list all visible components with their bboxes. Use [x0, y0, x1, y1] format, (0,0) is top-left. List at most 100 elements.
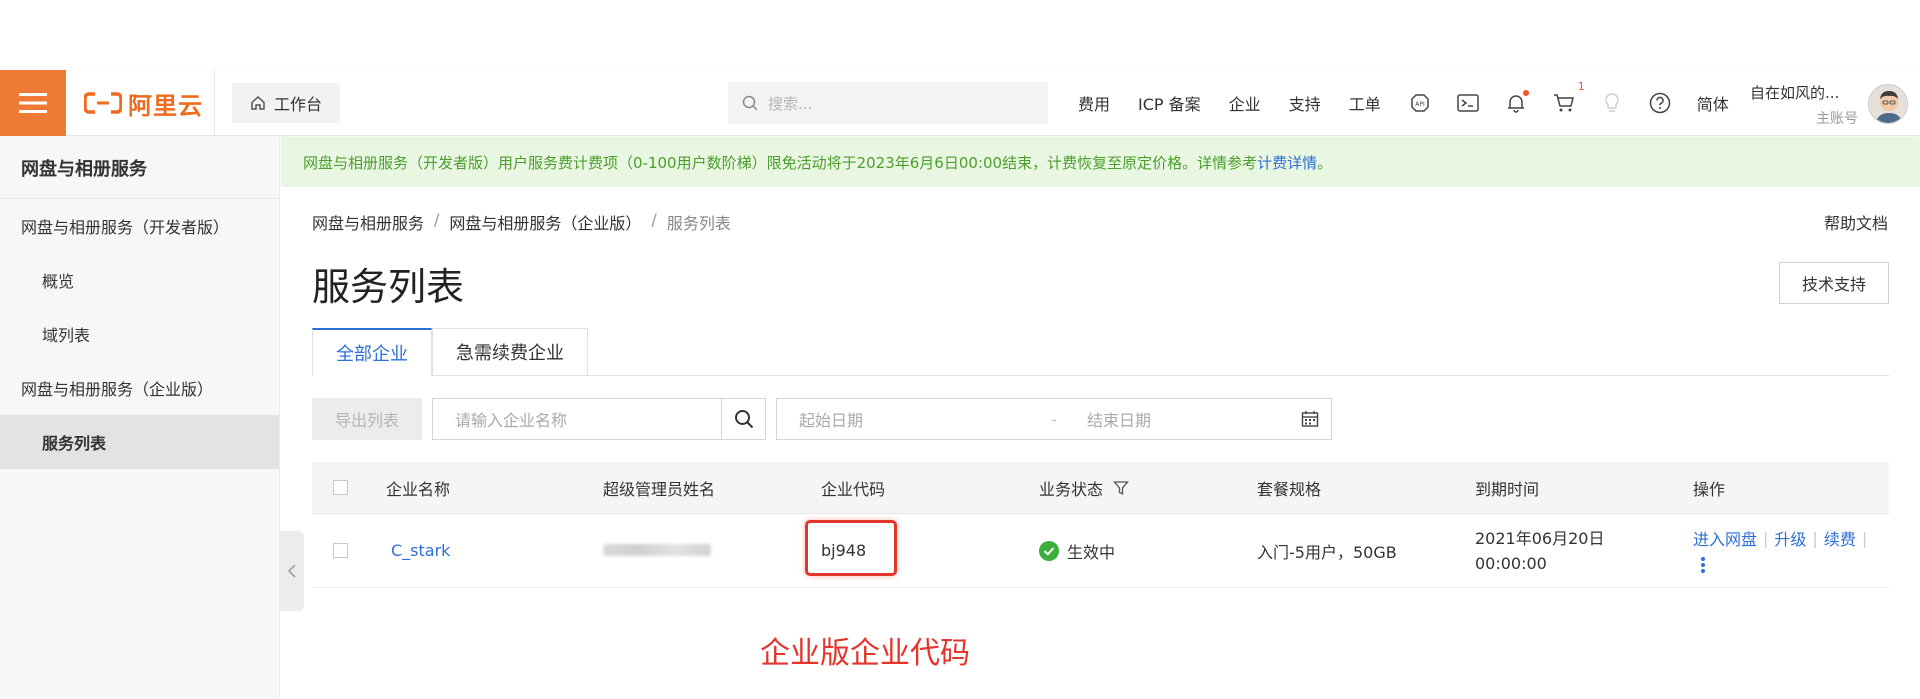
row-actions: 进入网盘 | 升级 | 续费 | [1693, 526, 1867, 574]
renew-link[interactable]: 续费 [1824, 526, 1856, 550]
top-blank [0, 0, 1920, 70]
sidebar: 网盘与相册服务 网盘与相册服务（开发者版） 概览 域列表 网盘与相册服务（企业版… [0, 137, 280, 699]
action-separator: | [1763, 528, 1769, 548]
nav-support[interactable]: 支持 [1289, 91, 1321, 115]
more-vertical-icon[interactable] [1700, 556, 1706, 574]
sidebar-title: 网盘与相册服务 [0, 137, 279, 199]
aliyun-logo-mark-icon [84, 92, 122, 114]
enterprise-name-input[interactable]: 请输入企业名称 [432, 398, 722, 440]
cart-button[interactable]: 1 [1553, 80, 1585, 114]
lightbulb-icon [1604, 93, 1619, 112]
action-links: 进入网盘 | 升级 | 续费 | [1693, 526, 1867, 550]
api-button[interactable]: API [1409, 92, 1431, 114]
help-docs-link[interactable]: 帮助文档 [1824, 210, 1888, 234]
tab-all-enterprises[interactable]: 全部企业 [312, 328, 432, 376]
plan-spec: 入门-5用户，50GB [1257, 542, 1397, 562]
workbench-button[interactable]: 工作台 [232, 83, 340, 123]
export-list-button[interactable]: 导出列表 [312, 398, 422, 440]
header-enterprise-code: 企业代码 [821, 479, 886, 499]
bell-icon [1507, 95, 1524, 113]
enterprise-name-link[interactable]: C_stark [391, 541, 450, 560]
question-icon [1649, 92, 1670, 114]
nav-enterprise[interactable]: 企业 [1229, 91, 1261, 115]
expire-clock: 00:00:00 [1475, 553, 1547, 573]
table-header: 企业名称 超级管理员姓名 企业代码 业务状态 套餐规格 到期时间 操作 [312, 462, 1889, 514]
upgrade-link[interactable]: 升级 [1774, 526, 1806, 550]
workbench-label: 工作台 [273, 95, 322, 114]
header-status: 业务状态 [1039, 476, 1129, 500]
nav-icp[interactable]: ICP 备案 [1138, 91, 1201, 115]
hamburger-icon [19, 93, 47, 113]
svg-text:API: API [1415, 101, 1425, 108]
user-menu[interactable]: 自在如风的... 主账号 [1750, 82, 1860, 128]
breadcrumb-item-service[interactable]: 网盘与相册服务 [312, 210, 424, 234]
avatar[interactable] [1868, 84, 1908, 124]
menu-button[interactable] [0, 70, 66, 136]
help-button[interactable] [1649, 92, 1671, 114]
enterprise-search-button[interactable] [722, 398, 766, 440]
status-badge: 生效中 [1039, 539, 1115, 563]
header-divider [214, 70, 215, 136]
header-enterprise-name: 企业名称 [386, 479, 451, 499]
annotation-label: 企业版企业代码 [760, 636, 970, 671]
notification-dot [1522, 90, 1529, 96]
tab-renewal-needed[interactable]: 急需续费企业 [432, 328, 588, 376]
action-separator: | [1812, 528, 1818, 548]
breadcrumb-item-current: 服务列表 [666, 214, 731, 233]
top-bar: 阿里云 工作台 搜索... 费用 ICP 备案 企业 支持 工单 API 1 简… [0, 70, 1920, 136]
nav-ticket[interactable]: 工单 [1349, 91, 1381, 115]
sidebar-collapse-button[interactable] [280, 531, 304, 611]
nav-fees[interactable]: 费用 [1078, 91, 1110, 115]
aliyun-logo[interactable]: 阿里云 [84, 87, 203, 120]
date-separator: - [1051, 409, 1057, 429]
expire-time: 2021年06月20日 00:00:00 [1475, 526, 1604, 576]
language-switch[interactable]: 简体 [1697, 91, 1729, 115]
notice-suffix: 。 [1317, 153, 1333, 172]
sidebar-item-enterprise-edition[interactable]: 网盘与相册服务（企业版） [0, 361, 279, 415]
terminal-icon [1456, 94, 1479, 112]
sidebar-item-service-list[interactable]: 服务列表 [0, 415, 279, 469]
header-actions: 操作 [1693, 479, 1726, 499]
cart-icon [1553, 94, 1574, 112]
home-icon [251, 95, 265, 110]
row-checkbox[interactable] [333, 543, 348, 558]
search-input[interactable]: 搜索... [728, 82, 1048, 124]
api-icon: API [1410, 94, 1429, 112]
enterprise-table: 企业名称 超级管理员姓名 企业代码 业务状态 套餐规格 到期时间 操作 C_st… [312, 462, 1889, 588]
header-status-label: 业务状态 [1039, 479, 1104, 499]
notification-button[interactable] [1505, 90, 1529, 114]
filter-icon[interactable] [1113, 480, 1129, 496]
date-range-picker[interactable]: 起始日期 - 结束日期 [776, 398, 1332, 440]
table-row: C_stark bj948 生效中 入门-5用户，50GB 2021年06月20… [312, 514, 1889, 588]
search-icon [734, 410, 753, 429]
page-title: 服务列表 [312, 265, 465, 309]
breadcrumb-separator: / [651, 210, 657, 229]
admin-name-redacted [603, 541, 711, 560]
sidebar-item-overview[interactable]: 概览 [0, 253, 279, 307]
sidebar-item-developer-edition[interactable]: 网盘与相册服务（开发者版） [0, 199, 279, 253]
logo-text: 阿里云 [128, 91, 203, 120]
breadcrumb-item-enterprise[interactable]: 网盘与相册服务（企业版） [449, 210, 641, 234]
enterprise-code-highlight-box [805, 520, 897, 576]
avatar-icon [1869, 85, 1907, 123]
tech-support-button[interactable]: 技术支持 [1779, 262, 1889, 304]
start-date-input[interactable]: 起始日期 [799, 407, 863, 431]
tab-bar: 全部企业 急需续费企业 [312, 328, 1889, 376]
top-nav: 费用 ICP 备案 企业 支持 工单 API 1 简体 [1078, 70, 1757, 136]
sidebar-item-domain-list[interactable]: 域列表 [0, 307, 279, 361]
breadcrumb-separator: / [434, 210, 440, 229]
expire-date: 2021年06月20日 [1475, 528, 1605, 548]
enter-drive-link[interactable]: 进入网盘 [1693, 526, 1757, 550]
header-expire-time: 到期时间 [1475, 479, 1540, 499]
notice-banner: 网盘与相册服务（开发者版）用户服务费计费项（0-100用户数阶梯）限免活动将于2… [281, 137, 1920, 187]
tips-button[interactable] [1601, 92, 1623, 114]
calendar-icon[interactable] [1301, 410, 1319, 428]
end-date-input[interactable]: 结束日期 [1087, 407, 1151, 431]
header-plan: 套餐规格 [1257, 479, 1322, 499]
status-text: 生效中 [1067, 542, 1116, 562]
user-name: 自在如风的... [1750, 84, 1840, 102]
terminal-button[interactable] [1456, 92, 1479, 114]
notice-link[interactable]: 计费详情 [1257, 152, 1317, 173]
select-all-checkbox[interactable] [333, 480, 348, 495]
action-separator: | [1861, 528, 1868, 548]
